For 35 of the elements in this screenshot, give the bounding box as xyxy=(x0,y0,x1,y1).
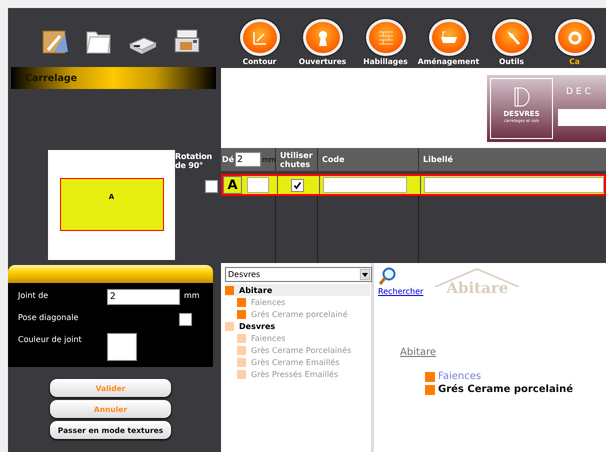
rotation-checkbox[interactable] xyxy=(205,180,218,193)
offset-field[interactable] xyxy=(247,177,269,193)
tile-letter: A xyxy=(223,176,242,194)
tile-row[interactable]: A xyxy=(221,174,606,196)
code-field[interactable] xyxy=(323,177,407,193)
brand-dropdown[interactable]: Desvres xyxy=(225,267,372,282)
logo-text: Abitare xyxy=(446,279,508,297)
field-label: Joint de xyxy=(18,290,50,300)
banner-title: DEC xyxy=(565,87,595,97)
collection-item[interactable]: Grés Cerame porcelainé xyxy=(425,384,606,395)
column-header: Utiliser chutes xyxy=(275,148,317,171)
bullet-icon xyxy=(425,384,435,394)
collection-heading[interactable]: Abitare xyxy=(400,347,606,358)
dropdown-arrow-icon xyxy=(360,269,370,280)
banner-field xyxy=(558,109,606,126)
column-header: Code xyxy=(317,148,418,171)
rotation-label: Rotation de 90° xyxy=(175,152,214,170)
tree-item[interactable]: Abitare xyxy=(225,284,370,296)
letter-logo-icon xyxy=(513,87,530,107)
column-header: Libellé xyxy=(418,148,606,171)
offset-input[interactable]: 2 xyxy=(235,152,262,167)
check-mark-icon xyxy=(293,180,302,190)
offcuts-checkbox[interactable] xyxy=(291,178,304,192)
joint-input[interactable]: 2 xyxy=(107,289,180,305)
column-title: Dé xyxy=(222,155,234,164)
field-label: Pose diagonale xyxy=(18,312,80,322)
diagonal-checkbox[interactable] xyxy=(179,313,192,326)
color-swatch[interactable] xyxy=(107,333,137,361)
label-field[interactable] xyxy=(424,177,604,193)
field-label: Couleur de joint xyxy=(18,334,83,344)
unit-label: mm xyxy=(184,290,200,300)
tree-item[interactable]: Desvres xyxy=(225,320,370,332)
bullet-icon xyxy=(425,372,435,382)
search-link[interactable]: Rechercher xyxy=(378,287,424,296)
search-icon[interactable] xyxy=(378,267,396,285)
